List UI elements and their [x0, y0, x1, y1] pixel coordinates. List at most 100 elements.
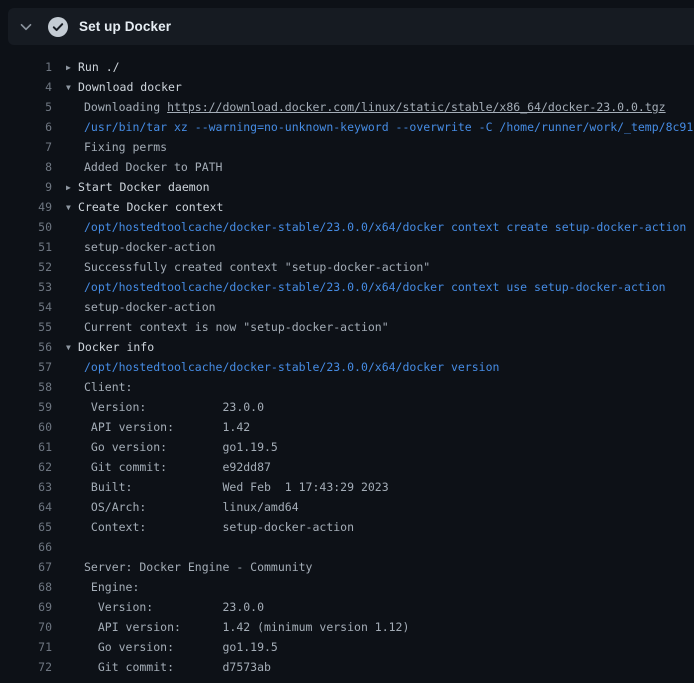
log-text: Successfully created context "setup-dock…	[52, 257, 694, 277]
line-number[interactable]: 6	[0, 117, 52, 137]
collapse-group-icon[interactable]: ▼	[66, 338, 78, 357]
log-line: 68 Engine:	[0, 577, 694, 597]
log-line: 1▶Run ./	[0, 57, 694, 77]
log-line: 6/usr/bin/tar xz --warning=no-unknown-ke…	[0, 117, 694, 137]
log-command-text: /opt/hostedtoolcache/docker-stable/23.0.…	[52, 277, 694, 297]
log-line: 72 Git commit: d7573ab	[0, 657, 694, 677]
log-line: 4▼Download docker	[0, 77, 694, 97]
log-command-text: /opt/hostedtoolcache/docker-stable/23.0.…	[52, 217, 694, 237]
line-number[interactable]: 65	[0, 517, 52, 537]
line-number[interactable]: 7	[0, 137, 52, 157]
line-number[interactable]: 70	[0, 617, 52, 637]
log-command-text: /opt/hostedtoolcache/docker-stable/23.0.…	[52, 357, 694, 377]
line-number[interactable]: 58	[0, 377, 52, 397]
log-line: 65 Context: setup-docker-action	[0, 517, 694, 537]
log-text: setup-docker-action	[52, 237, 694, 257]
step-title: Set up Docker	[79, 19, 171, 34]
log-text: Downloading	[84, 100, 167, 114]
group-label[interactable]: Run ./	[78, 60, 120, 74]
log-text: Fixing perms	[52, 137, 694, 157]
log-line: 64 OS/Arch: linux/amd64	[0, 497, 694, 517]
line-number[interactable]: 55	[0, 317, 52, 337]
line-number[interactable]: 71	[0, 637, 52, 657]
log-text	[52, 537, 694, 557]
group-label[interactable]: Create Docker context	[78, 200, 223, 214]
collapse-group-icon[interactable]: ▼	[66, 78, 78, 97]
line-number[interactable]: 64	[0, 497, 52, 517]
log-line: 66	[0, 537, 694, 557]
log-line: 51setup-docker-action	[0, 237, 694, 257]
log-text: Version: 23.0.0	[52, 597, 694, 617]
log-group-row: ▼Download docker	[52, 77, 694, 97]
log-line: 62 Git commit: e92dd87	[0, 457, 694, 477]
line-number[interactable]: 72	[0, 657, 52, 677]
log-text: Version: 23.0.0	[52, 397, 694, 417]
log-text: Git commit: d7573ab	[52, 657, 694, 677]
expand-group-icon[interactable]: ▶	[66, 58, 78, 77]
log-group-row: ▼Create Docker context	[52, 197, 694, 217]
line-number[interactable]: 69	[0, 597, 52, 617]
log-group-row: ▼Docker info	[52, 337, 694, 357]
log-line: 60 API version: 1.42	[0, 417, 694, 437]
chevron-down-icon[interactable]	[18, 19, 34, 35]
line-number[interactable]: 52	[0, 257, 52, 277]
line-number[interactable]: 56	[0, 337, 52, 357]
collapse-group-icon[interactable]: ▼	[66, 198, 78, 217]
line-number[interactable]: 8	[0, 157, 52, 177]
log-line: 57/opt/hostedtoolcache/docker-stable/23.…	[0, 357, 694, 377]
log-line: 52Successfully created context "setup-do…	[0, 257, 694, 277]
step-header[interactable]: Set up Docker	[8, 8, 694, 45]
log-group-row: ▶Run ./	[52, 57, 694, 77]
log-text: Current context is now "setup-docker-act…	[52, 317, 694, 337]
group-label[interactable]: Docker info	[78, 340, 154, 354]
log-text: Client:	[52, 377, 694, 397]
log-link-row: Downloading https://download.docker.com/…	[52, 97, 694, 117]
line-number[interactable]: 51	[0, 237, 52, 257]
line-number[interactable]: 5	[0, 97, 52, 117]
line-number[interactable]: 50	[0, 217, 52, 237]
log-line: 70 API version: 1.42 (minimum version 1.…	[0, 617, 694, 637]
log-line: 55Current context is now "setup-docker-a…	[0, 317, 694, 337]
log-line: 58Client:	[0, 377, 694, 397]
line-number[interactable]: 67	[0, 557, 52, 577]
line-number[interactable]: 62	[0, 457, 52, 477]
line-number[interactable]: 57	[0, 357, 52, 377]
line-number[interactable]: 53	[0, 277, 52, 297]
line-number[interactable]: 60	[0, 417, 52, 437]
line-number[interactable]: 54	[0, 297, 52, 317]
log-line: 53/opt/hostedtoolcache/docker-stable/23.…	[0, 277, 694, 297]
log-container: 1▶Run ./4▼Download docker5Downloading ht…	[0, 57, 694, 677]
log-line: 67Server: Docker Engine - Community	[0, 557, 694, 577]
line-number[interactable]: 4	[0, 77, 52, 97]
group-label[interactable]: Start Docker daemon	[78, 180, 210, 194]
log-text: API version: 1.42 (minimum version 1.12)	[52, 617, 694, 637]
line-number[interactable]: 66	[0, 537, 52, 557]
log-text: Git commit: e92dd87	[52, 457, 694, 477]
log-line: 50/opt/hostedtoolcache/docker-stable/23.…	[0, 217, 694, 237]
download-url-link[interactable]: https://download.docker.com/linux/static…	[167, 100, 666, 114]
log-text: Built: Wed Feb 1 17:43:29 2023	[52, 477, 694, 497]
line-number[interactable]: 1	[0, 57, 52, 77]
log-line: 5Downloading https://download.docker.com…	[0, 97, 694, 117]
line-number[interactable]: 49	[0, 197, 52, 217]
log-line: 56▼Docker info	[0, 337, 694, 357]
line-number[interactable]: 9	[0, 177, 52, 197]
log-line: 9▶Start Docker daemon	[0, 177, 694, 197]
log-text: Go version: go1.19.5	[52, 437, 694, 457]
log-text: Added Docker to PATH	[52, 157, 694, 177]
log-line: 8Added Docker to PATH	[0, 157, 694, 177]
log-text: OS/Arch: linux/amd64	[52, 497, 694, 517]
line-number[interactable]: 61	[0, 437, 52, 457]
log-line: 71 Go version: go1.19.5	[0, 637, 694, 657]
group-label[interactable]: Download docker	[78, 80, 182, 94]
expand-group-icon[interactable]: ▶	[66, 178, 78, 197]
log-line: 54setup-docker-action	[0, 297, 694, 317]
log-line: 61 Go version: go1.19.5	[0, 437, 694, 457]
log-group-row: ▶Start Docker daemon	[52, 177, 694, 197]
line-number[interactable]: 59	[0, 397, 52, 417]
line-number[interactable]: 68	[0, 577, 52, 597]
line-number[interactable]: 63	[0, 477, 52, 497]
log-line: 59 Version: 23.0.0	[0, 397, 694, 417]
log-text: Context: setup-docker-action	[52, 517, 694, 537]
log-text: API version: 1.42	[52, 417, 694, 437]
